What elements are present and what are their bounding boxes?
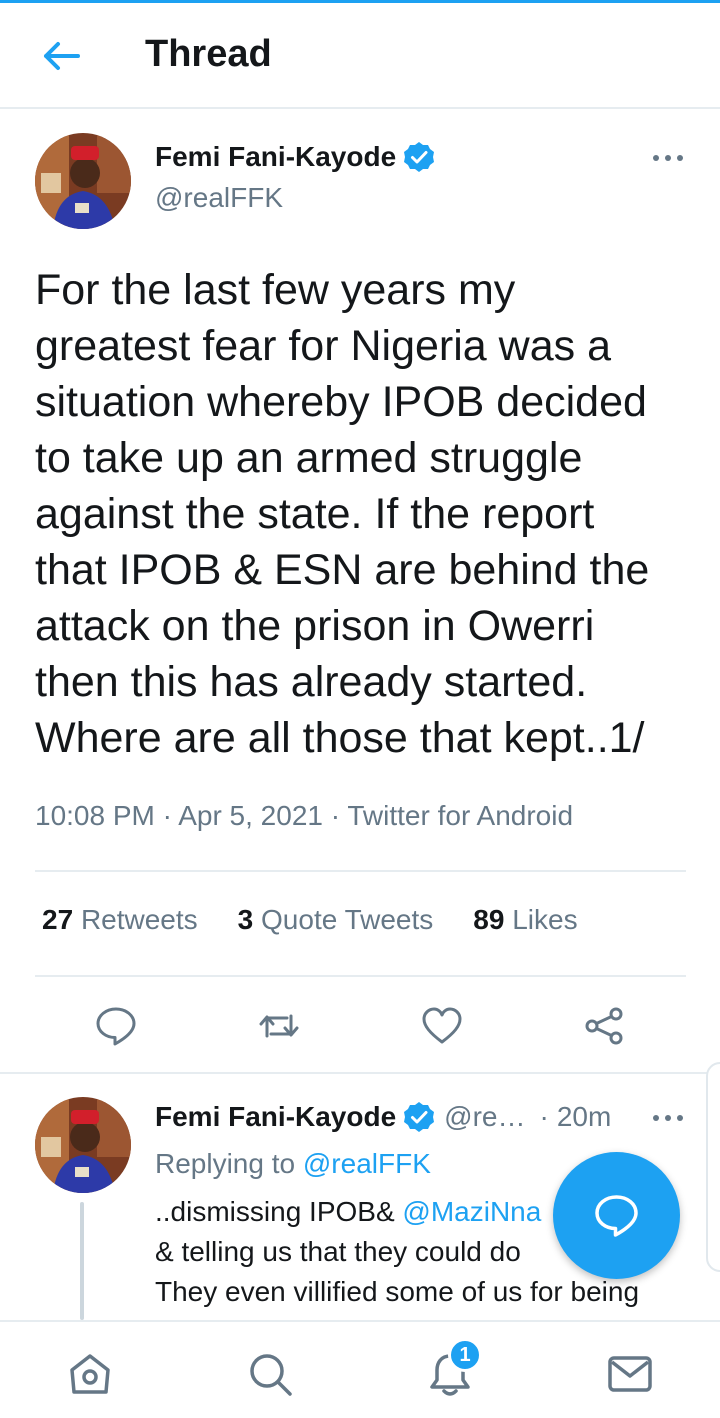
retweet-icon: [259, 1014, 299, 1038]
compose-reply-icon: [595, 1195, 638, 1237]
tweet-text-line: situation whereby IPOB decided: [35, 378, 647, 426]
reply-handle: @re…: [444, 1101, 526, 1132]
thread-header: Thread: [0, 3, 720, 109]
tweet-stats: 27 Retweets 3 Quote Tweets 89 Likes: [42, 904, 618, 936]
search-icon: [250, 1354, 292, 1396]
more-horizontal-icon: [653, 155, 683, 161]
tweet-text-line: For the last few years my: [35, 266, 516, 314]
envelope-icon: [608, 1356, 652, 1392]
retweet-button[interactable]: [257, 1004, 301, 1048]
likes-label: Likes: [512, 904, 578, 935]
more-options-button[interactable]: [648, 148, 688, 168]
avatar-image: [35, 133, 131, 229]
tweet-source[interactable]: Twitter for Android: [347, 800, 573, 831]
reply-author-name: Femi Fani-Kayode: [155, 1101, 397, 1132]
tweet-text: For the last few years my greatest fear …: [35, 262, 705, 766]
tweet-time: 10:08 PM: [35, 800, 155, 831]
verified-badge-icon: [404, 1102, 435, 1132]
tweet-text-line: attack on the prison in Owerri: [35, 602, 595, 650]
tweet-text-line: against the state. If the report: [35, 490, 595, 538]
replying-to-handle-link[interactable]: @realFFK: [303, 1148, 431, 1179]
reply-text-segment: ..dismissing IPOB&: [155, 1196, 395, 1227]
author-name: Femi Fani-Kayode: [155, 141, 397, 172]
tweet-text-line: greatest fear for Nigeria was a: [35, 322, 611, 370]
share-button[interactable]: [582, 1004, 626, 1048]
page-title: Thread: [145, 33, 272, 75]
home-icon: [70, 1354, 110, 1394]
replying-to-label: Replying to: [155, 1148, 296, 1179]
author-name-row[interactable]: Femi Fani-Kayode: [155, 140, 436, 174]
reply-avatar[interactable]: [35, 1097, 131, 1193]
quote-tweets-stat[interactable]: 3 Quote Tweets: [238, 904, 434, 936]
tweet-text-line: to take up an armed struggle: [35, 434, 583, 482]
tweet-meta: 10:08 PM · Apr 5, 2021 · Twitter for And…: [35, 800, 573, 832]
meta-separator: ·: [162, 800, 172, 831]
heart-icon: [422, 1007, 462, 1044]
reply-age: 20m: [556, 1101, 612, 1132]
divider: [35, 870, 686, 872]
reply-bubble-icon: [96, 1007, 136, 1046]
retweets-label: Retweets: [80, 904, 198, 935]
back-button[interactable]: [38, 33, 84, 79]
side-edge-handle[interactable]: [706, 1062, 720, 1272]
thread-connector-line: [80, 1202, 84, 1320]
notification-badge: 1: [448, 1338, 482, 1372]
share-icon: [585, 1007, 623, 1045]
bottom-navigation: [0, 1320, 720, 1418]
meta-separator: ·: [330, 800, 341, 831]
nav-messages-button[interactable]: [606, 1350, 654, 1398]
author-handle[interactable]: @realFFK: [155, 182, 283, 214]
mention-link[interactable]: @MaziNna: [402, 1196, 541, 1227]
quote-tweets-label: Quote Tweets: [261, 904, 434, 935]
like-button[interactable]: [420, 1004, 464, 1048]
compose-reply-button[interactable]: [553, 1152, 680, 1279]
meta-separator: ·: [539, 1101, 549, 1132]
tweet-text-line: that IPOB & ESN are behind the: [35, 546, 650, 594]
avatar-image: [35, 1097, 131, 1193]
tweet-text-line: Where are all those that kept..1/: [35, 714, 645, 762]
tweet-date: Apr 5, 2021: [178, 800, 323, 831]
tweet-text-line: then this has already started.: [35, 658, 588, 706]
reply-author-row[interactable]: Femi Fani-Kayode @re… · 20m: [155, 1100, 611, 1134]
more-horizontal-icon: [653, 1115, 683, 1121]
divider: [35, 975, 686, 977]
reply-button[interactable]: [94, 1004, 138, 1048]
avatar[interactable]: [35, 133, 131, 229]
retweets-count: 27: [42, 904, 74, 935]
nav-search-button[interactable]: [246, 1350, 294, 1398]
retweets-stat[interactable]: 27 Retweets: [42, 904, 198, 936]
divider: [0, 1072, 720, 1074]
replying-to: Replying to @realFFK: [155, 1148, 431, 1180]
likes-count: 89: [473, 904, 505, 935]
reply-more-options-button[interactable]: [648, 1108, 688, 1128]
verified-badge-icon: [404, 142, 435, 172]
nav-home-button[interactable]: [66, 1350, 114, 1398]
arrow-left-icon: [44, 42, 80, 70]
quote-tweets-count: 3: [237, 904, 254, 935]
likes-stat[interactable]: 89 Likes: [473, 904, 577, 936]
